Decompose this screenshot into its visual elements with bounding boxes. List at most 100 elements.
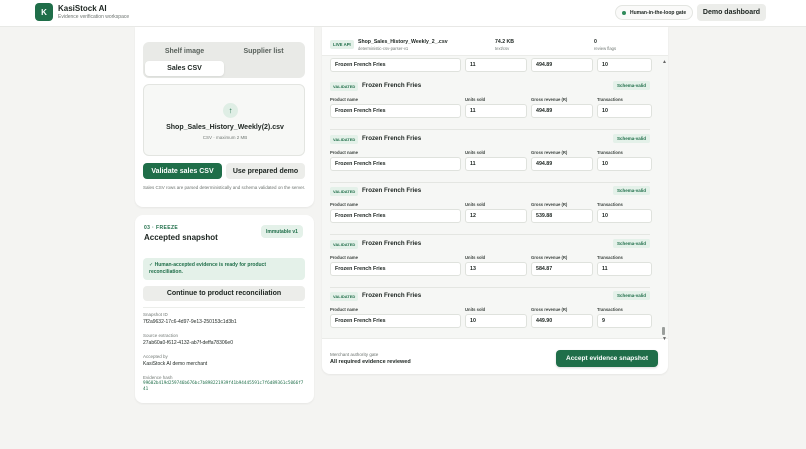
units-sold-field[interactable]: 13	[465, 261, 527, 276]
step-label: 03 · FREEZE	[144, 225, 179, 231]
units-sold-field[interactable]: 11	[465, 104, 527, 118]
units-sold-field[interactable]: 11	[465, 58, 527, 72]
units-sold-label: Units sold	[465, 97, 486, 102]
upload-card: Shelf image Supplier list Sales CSV ↑ Sh…	[135, 27, 314, 207]
review-flags-count: 0	[594, 39, 597, 45]
gross-revenue-label: Gross revenue (R)	[531, 254, 568, 260]
transactions-label: Transactions	[597, 149, 623, 155]
evidence-type-tabs: Shelf image Supplier list Sales CSV	[143, 42, 305, 78]
status-dot-icon	[622, 10, 626, 15]
scroll-up-icon[interactable]: ▲	[662, 59, 667, 65]
snapshot-card: 03 · FREEZE Accepted snapshot Immutable …	[135, 215, 314, 403]
use-prepared-demo-button[interactable]: Use prepared demo	[226, 163, 305, 179]
product-name-label: Product name	[330, 307, 358, 312]
review-flags-label: review flags	[594, 46, 617, 51]
file-size: 74.2 KB	[495, 39, 515, 45]
row-title: Frozen French Fries	[362, 134, 422, 142]
list-item: VALIDATED Frozen French Fries Schema-valid…	[330, 131, 652, 183]
upload-hint: Sales CSV rows are parsed deterministica…	[143, 185, 306, 190]
demo-dashboard-button[interactable]: Demo dashboard	[697, 4, 766, 21]
transactions-field[interactable]: 10	[597, 58, 652, 72]
divider	[143, 307, 305, 308]
schema-valid-badge: Schema-valid	[612, 186, 650, 195]
parser-name: deterministic-csv-parser-v1	[358, 46, 409, 51]
app-title: KasiStock AI	[58, 4, 107, 13]
transactions-field[interactable]: 11	[597, 261, 652, 276]
validated-badge: VALIDATED	[330, 239, 359, 249]
source-extraction-value: 27ab60a0-f612-4132-ab7f-deffa78306e0	[143, 340, 233, 346]
transactions-label: Transactions	[597, 97, 623, 102]
product-name-field[interactable]: Frozen French Fries	[330, 104, 461, 118]
selected-file-name: Shop_Sales_History_Weekly(2).csv	[166, 124, 284, 131]
product-name-label: Product name	[330, 202, 358, 207]
transactions-label: Transactions	[597, 254, 623, 260]
validated-badge: VALIDATED	[330, 82, 359, 91]
transactions-field[interactable]: 10	[597, 156, 652, 171]
product-name-field[interactable]: Frozen French Fries	[330, 156, 461, 171]
evidence-hash-value: 99602b419d259746b676bc7b898221939f41b944…	[143, 381, 304, 393]
row-title: Frozen French Fries	[362, 292, 422, 299]
units-sold-field[interactable]: 10	[465, 314, 527, 328]
live-api-badge: LIVE API	[330, 40, 354, 49]
accepted-by-value: KasiStock AI demo merchant	[143, 361, 208, 367]
app-logo: K	[35, 3, 53, 21]
gross-revenue-field[interactable]: 494.89	[531, 58, 593, 72]
row-title: Frozen French Fries	[362, 82, 422, 89]
units-sold-label: Units sold	[465, 254, 486, 260]
schema-valid-badge: Schema-valid	[612, 291, 650, 300]
validated-badge: VALIDATED	[330, 292, 359, 301]
tab-supplier-list[interactable]: Supplier list	[224, 44, 303, 59]
scrollbar-thumb[interactable]	[662, 327, 665, 335]
evidence-hash-label: Evidence hash	[143, 375, 173, 380]
snapshot-id-value: 7f2a9632-17c6-4d97-9e13-250153c1d3b1	[143, 319, 237, 325]
ready-message: ✓ Human-accepted evidence is ready for p…	[143, 258, 305, 280]
product-name-label: Product name	[330, 97, 358, 102]
file-type: text/csv	[495, 46, 510, 51]
product-name-field[interactable]: Frozen French Fries	[330, 261, 461, 276]
units-sold-field[interactable]: 11	[465, 156, 527, 171]
transactions-field[interactable]: 9	[597, 314, 652, 328]
continue-reconciliation-button[interactable]: Continue to product reconciliation	[143, 286, 305, 301]
transactions-label: Transactions	[597, 202, 623, 207]
row-title: Frozen French Fries	[362, 187, 422, 194]
hitl-status-pill: Human-in-the-loop gate	[615, 5, 694, 20]
transactions-field[interactable]: 10	[597, 104, 652, 118]
accept-snapshot-button[interactable]: Accept evidence snapshot	[556, 350, 658, 367]
review-status: All required evidence reviewed	[330, 359, 411, 365]
tab-sales-csv[interactable]: Sales CSV	[145, 61, 224, 76]
gross-revenue-field[interactable]: 539.88	[531, 209, 593, 223]
authority-gate-label: Merchant authority gate	[330, 352, 379, 357]
file-constraints: CSV · maximum 2 MB	[202, 135, 248, 140]
gross-revenue-label: Gross revenue (R)	[531, 97, 568, 102]
units-sold-field[interactable]: 12	[465, 209, 527, 223]
gross-revenue-label: Gross revenue (R)	[531, 202, 568, 207]
gross-revenue-field[interactable]: 494.89	[531, 104, 593, 118]
row-title: Frozen French Fries	[362, 239, 422, 247]
schema-valid-badge: Schema-valid	[612, 238, 650, 248]
list-item: VALIDATED Frozen French Fries Schema-valid…	[330, 78, 652, 130]
file-summary: LIVE API Shop_Sales_History_Weekly_2_.cs…	[330, 38, 650, 53]
product-name-field[interactable]: Frozen French Fries	[330, 58, 461, 72]
gross-revenue-label: Gross revenue (R)	[531, 149, 568, 155]
evidence-review-panel: LIVE API Shop_Sales_History_Weekly_2_.cs…	[322, 27, 668, 374]
units-sold-label: Units sold	[465, 202, 486, 207]
product-name-field[interactable]: Frozen French Fries	[330, 209, 461, 223]
scroll-down-icon[interactable]: ▼	[662, 336, 667, 342]
product-name-field[interactable]: Frozen French Fries	[330, 314, 461, 328]
list-item: VALIDATED Frozen French Fries Schema-valid…	[330, 236, 652, 288]
snapshot-title: Accepted snapshot	[144, 233, 218, 242]
transactions-field[interactable]: 10	[597, 209, 652, 223]
gross-revenue-field[interactable]: 449.90	[531, 314, 593, 328]
schema-valid-badge: Schema-valid	[612, 133, 650, 143]
top-bar: K KasiStock AI Evidence verification wor…	[0, 0, 806, 27]
extracted-rows-list[interactable]: Frozen French Fries 11 494.89 10 VALIDAT…	[322, 55, 668, 339]
file-dropzone[interactable]: ↑ Shop_Sales_History_Weekly(2).csv CSV ·…	[143, 84, 305, 156]
gross-revenue-field[interactable]: 494.89	[531, 156, 593, 171]
validate-csv-button[interactable]: Validate sales CSV	[143, 163, 222, 179]
tab-shelf-image[interactable]: Shelf image	[145, 44, 224, 59]
snapshot-id-label: Snapshot ID	[143, 312, 168, 317]
gross-revenue-field[interactable]: 584.87	[531, 261, 593, 276]
app-subtitle: Evidence verification workspace	[58, 14, 130, 20]
validated-badge: VALIDATED	[330, 134, 359, 144]
accepted-by-label: Accepted by	[143, 354, 168, 359]
